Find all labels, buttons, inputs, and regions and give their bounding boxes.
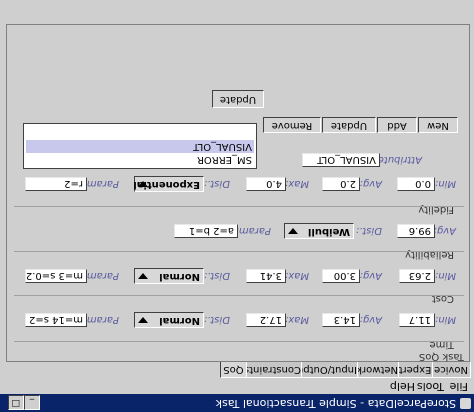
time-min-field[interactable]: 11.7 [399,313,435,327]
tab-input-output[interactable]: Input/Output [293,362,358,378]
chevron-down-icon [138,317,148,323]
reliability-avg-label: Avg: [433,225,456,236]
tab-network[interactable]: Network [356,362,399,378]
title-bar: StoreParcelData - Simple Transactional T… [0,394,474,412]
tab-qos[interactable]: QoS [220,361,247,378]
time-param-field[interactable]: m=14 s=2 [25,313,87,327]
list-item-selected[interactable]: VISUAL_OLT [26,140,254,153]
cost-min-label: Min: [434,270,456,281]
chevron-down-icon [138,181,148,187]
tab-novice[interactable]: Novice [431,362,471,378]
new-button[interactable]: New [418,117,458,133]
fidelity-separator [14,206,464,207]
cost-param-field[interactable]: m=3 s=0.25 [25,269,87,283]
fidelity-dist-select[interactable]: Exponential [133,176,204,192]
cost-dist-label: Dist.: [203,270,230,281]
attribute-label: Attribute: [374,154,422,165]
attribute-field[interactable]: VISUAL_OLT [302,153,380,167]
time-max-label: Max: [284,314,309,325]
fidelity-min-field[interactable]: 0.0 [397,177,435,191]
fidelity-param-label: Param: [83,178,119,189]
cost-dist-value: Normal [159,271,200,282]
reliability-param-label: Param: [235,225,271,236]
cost-param-label: Param: [83,270,119,281]
menu-file[interactable]: File [450,380,468,393]
fidelity-avg-label: Avg: [359,178,382,189]
time-dist-select[interactable]: Normal [134,312,204,328]
list-item[interactable]: SM_ERROR [26,153,254,166]
reliability-separator [14,251,464,252]
time-dist-label: Dist.: [203,314,230,325]
cost-separator [14,295,464,296]
cost-avg-label: Avg: [359,270,382,281]
chevron-down-icon [288,228,298,234]
fidelity-max-label: Max: [284,178,309,189]
window-title: StoreParcelData - Simple Transactional T… [215,397,456,410]
menu-help[interactable]: Help [390,380,415,393]
fidelity-param-field[interactable]: r=2 [25,177,87,191]
reliability-avg-field[interactable]: 99.6 [397,224,435,238]
chevron-down-icon [138,273,148,279]
tab-constraints[interactable]: Constraints [244,362,302,378]
minimize-icon[interactable]: _ [24,395,40,410]
qos-panel [6,24,470,362]
update-list-button[interactable]: Update [322,117,376,133]
add-button[interactable]: Add [377,117,417,133]
cost-dist-select[interactable]: Normal [134,268,204,284]
cost-avg-field[interactable]: 3.00 [322,269,360,283]
fidelity-min-label: Min: [434,178,456,189]
task-qos-title: Task QoS [418,351,464,362]
cost-min-field[interactable]: 2.63 [399,269,435,283]
menu-tools[interactable]: Tools [417,380,444,393]
reliability-dist-value: Weibull [307,226,350,237]
menu-bar: File Tools Help [0,378,474,394]
reliability-param-field[interactable]: a=2 b=1 [174,224,238,238]
time-param-label: Param: [83,314,119,325]
fidelity-dist-label: Dist.: [203,178,230,189]
fidelity-avg-field[interactable]: 2.0 [322,177,360,191]
time-avg-field[interactable]: 14.3 [322,313,360,327]
cost-max-label: Max: [284,270,309,281]
update-button[interactable]: Update [212,90,264,108]
remove-button[interactable]: Remove [263,117,321,133]
time-avg-label: Avg: [359,314,382,325]
time-max-field[interactable]: 17.2 [246,313,286,327]
maximize-icon[interactable]: □ [8,395,24,410]
fidelity-max-field[interactable]: 4.0 [246,177,286,191]
reliability-dist-select[interactable]: Weibull [284,223,354,239]
tab-strip: Novice Expert Network Input/Output Const… [0,361,474,378]
app-icon [460,398,471,409]
time-dist-value: Normal [159,315,200,326]
time-min-label: Min: [434,314,456,325]
reliability-dist-label: Dist.: [355,225,382,236]
tab-expert[interactable]: Expert [397,362,433,378]
time-separator [14,341,464,342]
attribute-list[interactable]: SM_ERROR VISUAL_OLT [23,123,257,169]
cost-max-field[interactable]: 3.41 [246,269,286,283]
